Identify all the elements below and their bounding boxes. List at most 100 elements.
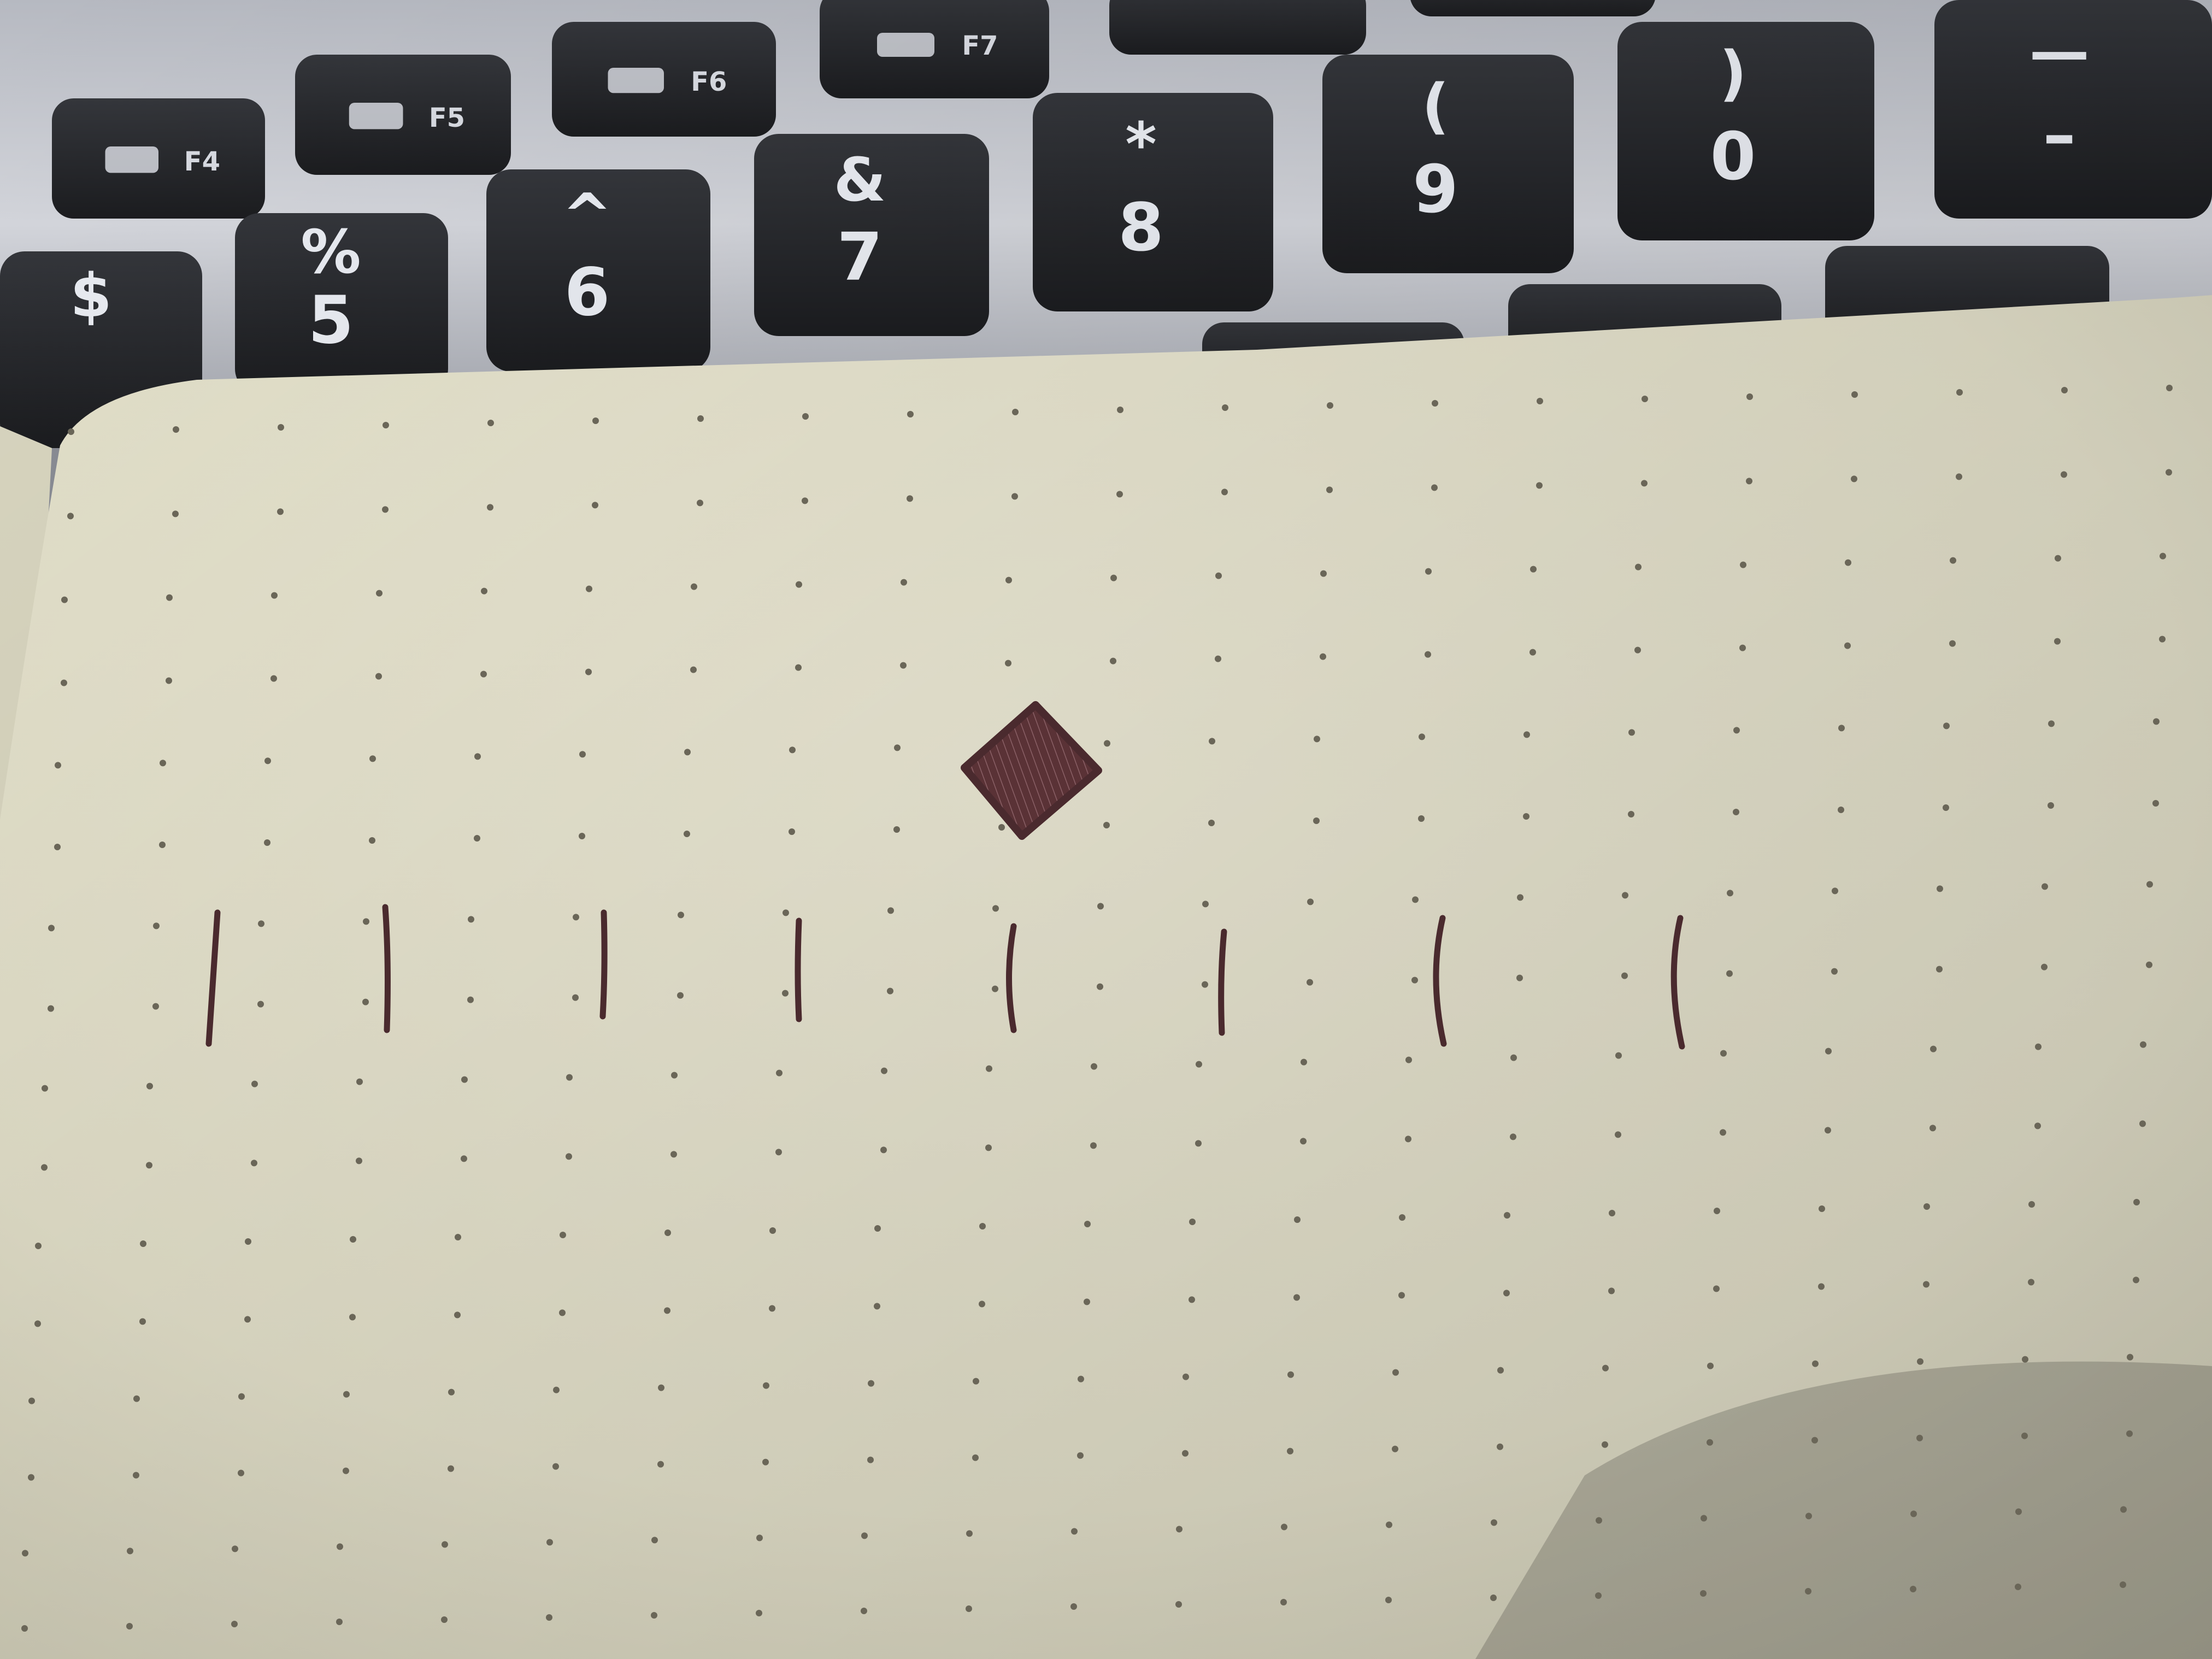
grid-dot	[966, 1605, 972, 1612]
grid-dot	[487, 420, 494, 426]
grid-dot	[442, 1541, 448, 1548]
grid-dot	[2120, 1506, 2127, 1513]
grid-dot	[553, 1386, 560, 1393]
grid-dot	[1392, 1369, 1399, 1376]
grid-dot	[2140, 1041, 2146, 1048]
grid-dot	[1196, 1061, 1202, 1068]
grid-dot	[1595, 1592, 1602, 1599]
pen-stroke	[1218, 928, 1227, 1036]
grid-dot	[1910, 1510, 1917, 1517]
grid-dot	[369, 755, 376, 762]
grid-dot	[454, 1311, 461, 1319]
grid-dot	[1398, 1292, 1405, 1299]
grid-dot	[677, 992, 684, 999]
grid-dot	[1432, 400, 1438, 407]
grid-dot	[1110, 574, 1117, 581]
grid-dot	[1182, 1450, 1189, 1457]
grid-dot	[1910, 1586, 1916, 1592]
grid-dot	[789, 828, 795, 835]
grid-dot	[1314, 736, 1320, 743]
grid-dot	[887, 987, 893, 995]
grid-dot	[664, 1307, 670, 1314]
grid-dot	[592, 502, 598, 509]
grid-dot	[763, 1382, 769, 1389]
grid-dot	[1936, 966, 1943, 973]
grid-dot	[1740, 561, 1746, 568]
grid-dot	[1419, 733, 1425, 740]
grid-dot	[1202, 981, 1208, 988]
grid-dot	[1084, 1298, 1090, 1305]
grid-dot	[1628, 729, 1635, 736]
grid-dot	[1536, 482, 1543, 489]
grid-dot	[363, 918, 369, 925]
grid-dot	[140, 1240, 146, 1247]
grid-dot	[1504, 1212, 1510, 1219]
grid-dot	[2042, 883, 2048, 890]
grid-dot	[1078, 1375, 1084, 1382]
grid-dot	[966, 1530, 973, 1537]
grid-dot	[1399, 1214, 1405, 1221]
grid-dot	[238, 1469, 244, 1476]
grid-dot	[756, 1610, 762, 1616]
grid-dot	[448, 1389, 455, 1396]
grid-dot	[1956, 389, 1963, 396]
grid-dot	[979, 1223, 986, 1229]
grid-dot	[55, 762, 61, 769]
grid-dot	[1405, 1136, 1411, 1143]
grid-dot	[795, 664, 802, 671]
grid-dot	[1943, 804, 1949, 811]
grid-dot	[356, 1157, 362, 1164]
grid-dot	[1208, 820, 1215, 826]
grid-dot	[231, 1621, 238, 1627]
grid-dot	[697, 415, 704, 422]
grid-dot	[992, 985, 998, 992]
grid-dot	[1005, 576, 1012, 584]
grid-dot	[1838, 725, 1845, 732]
grid-dot	[2048, 720, 2055, 727]
grid-dot	[1386, 1521, 1392, 1528]
grid-dot	[369, 837, 375, 844]
grid-dot	[244, 1316, 251, 1323]
grid-dot	[1301, 1058, 1307, 1066]
grid-dot	[1497, 1443, 1503, 1450]
grid-dot	[1720, 1050, 1727, 1057]
grid-dot	[349, 1314, 356, 1321]
grid-dot	[468, 916, 474, 923]
grid-dot	[1110, 657, 1116, 664]
grid-dot	[1615, 1052, 1622, 1059]
pen-stroke	[599, 909, 608, 1020]
grid-dot	[881, 1067, 887, 1074]
grid-dot	[2035, 1043, 2042, 1050]
grid-dot	[343, 1467, 349, 1474]
grid-dot	[474, 753, 481, 760]
grid-dot	[1523, 731, 1530, 738]
grid-dot	[455, 1234, 461, 1240]
grid-dot	[480, 670, 487, 678]
grid-dot	[783, 909, 789, 916]
grid-dot	[277, 508, 284, 515]
grid-dot	[1701, 1515, 1707, 1522]
grid-dot	[2146, 961, 2152, 968]
grid-dot	[802, 413, 809, 420]
grid-dot	[998, 824, 1005, 831]
grid-dot	[1628, 811, 1634, 817]
grid-dot	[1411, 976, 1418, 984]
grid-dot	[1300, 1138, 1307, 1145]
grid-dot	[1726, 970, 1733, 977]
grid-dot	[697, 499, 703, 507]
grid-dot	[1280, 1599, 1287, 1605]
grid-dot	[2021, 1432, 2028, 1439]
grid-dot	[1700, 1590, 1707, 1597]
grid-dot	[1825, 1048, 1832, 1055]
grid-dot	[867, 1456, 874, 1463]
grid-dot	[874, 1303, 880, 1310]
grid-dot	[1641, 480, 1648, 487]
grid-dot	[270, 675, 277, 682]
grid-dot	[1811, 1437, 1818, 1444]
grid-dot	[1720, 1129, 1726, 1136]
grid-dot	[1713, 1285, 1720, 1292]
grid-dot	[782, 990, 789, 997]
grid-dot	[1385, 1597, 1392, 1603]
grid-dot	[1281, 1523, 1287, 1531]
grid-dot	[258, 920, 264, 927]
